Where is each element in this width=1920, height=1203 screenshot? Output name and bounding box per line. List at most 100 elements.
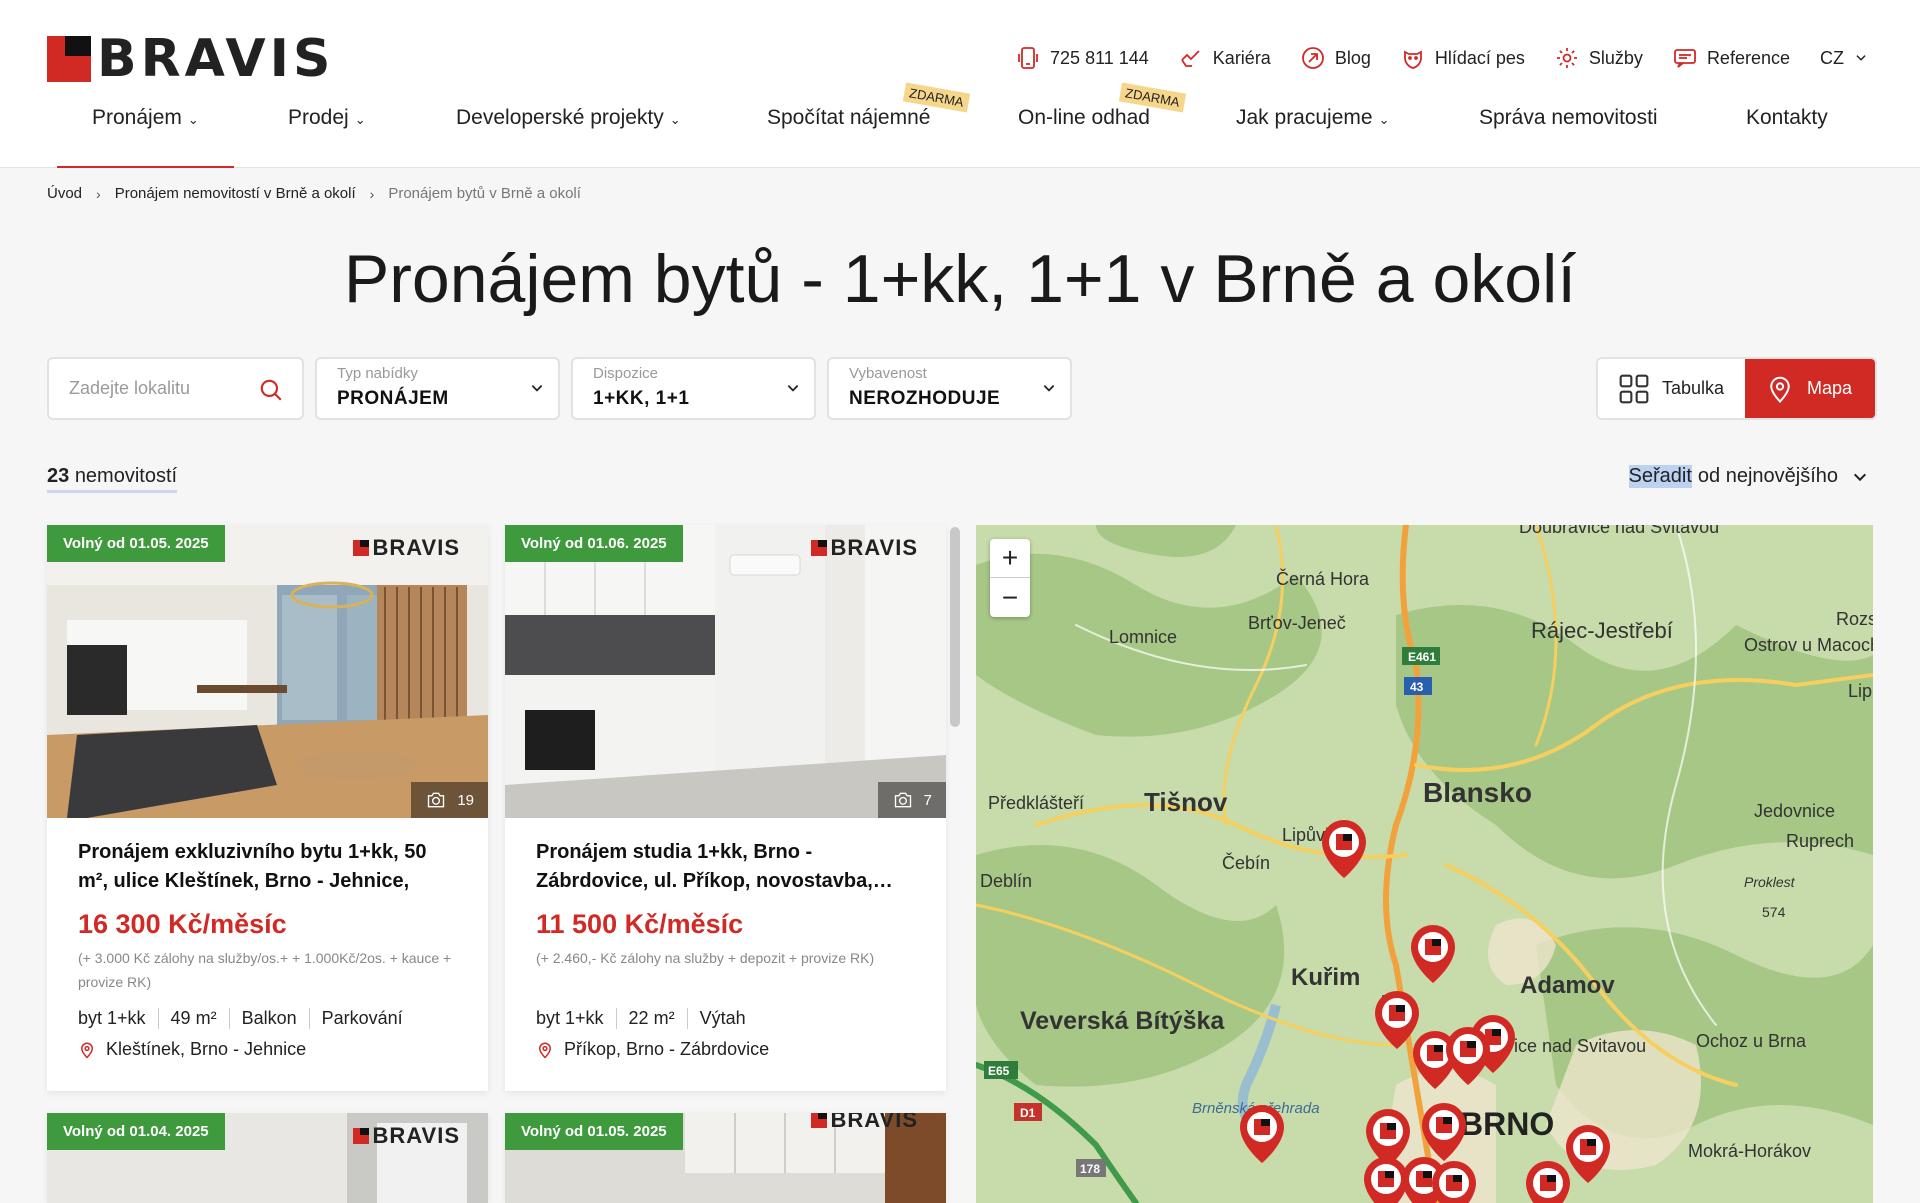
nav-spocitat-najemne[interactable]: Spočítat nájemné — [767, 104, 930, 168]
apartment-photo — [505, 525, 946, 818]
nav-sprava-nemovitosti[interactable]: Správa nemovitosti — [1479, 104, 1658, 168]
breadcrumb-current: Pronájem bytů v Brně a okolí — [388, 185, 581, 202]
listing-prop: Parkování — [308, 1008, 415, 1029]
bravis-logo[interactable]: BRAVIS — [47, 33, 334, 85]
map-label: Předklášteří — [988, 793, 1084, 813]
map-label: Tišnov — [1144, 787, 1228, 817]
chevron-down-icon: ⌄ — [1378, 112, 1390, 127]
breadcrumb: Úvod › Pronájem nemovitostí v Brně a oko… — [47, 185, 581, 202]
watchdog-link[interactable]: Hlídací pes — [1401, 46, 1525, 70]
page-title: Pronájem bytů - 1+kk, 1+1 v Brně a okolí — [343, 241, 1577, 317]
zoom-out-button[interactable]: − — [990, 578, 1030, 617]
phone-link[interactable]: 725 811 144 — [1016, 46, 1149, 70]
career-link[interactable]: Kariéra — [1179, 46, 1271, 70]
listing-location: Kleštínek, Brno - Jehnice — [78, 1039, 457, 1060]
map-canvas: Doubravice nad Svitavou Černá Hora Lomni… — [976, 525, 1873, 1203]
listing-location-text: Kleštínek, Brno - Jehnice — [106, 1039, 307, 1059]
sort-label: od nejnovějšího — [1697, 465, 1838, 487]
watermark-text: BRAVIS — [830, 535, 918, 560]
location-pin-icon — [80, 1042, 94, 1059]
listing-location-text: Příkop, Brno - Zábrdovice — [564, 1039, 770, 1059]
map-label: Proklest — [1744, 874, 1796, 890]
listing-card[interactable]: Volný od 01.04. 2025 BRAVIS — [47, 1113, 488, 1203]
camera-icon — [894, 792, 911, 808]
language-switch[interactable]: CZ — [1820, 48, 1868, 69]
map-view[interactable]: Doubravice nad Svitavou Černá Hora Lomni… — [976, 525, 1873, 1203]
chevron-down-icon: ⌄ — [354, 112, 366, 127]
listing-props: byt 1+kk 22 m² Výtah — [536, 1008, 915, 1029]
map-label: Rájec-Jestřebí — [1531, 618, 1673, 643]
listing-fees: (+ 2.460,- Kč zálohy na služby + depozit… — [536, 950, 875, 966]
watchdog-icon — [1403, 50, 1422, 69]
zoom-in-button[interactable]: + — [990, 539, 1030, 578]
career-icon — [1181, 50, 1200, 67]
listing-prop: Výtah — [686, 1008, 758, 1029]
top-links: 725 811 144 Kariéra Blog Hlídací pes Slu… — [1016, 46, 1868, 70]
sort-select[interactable]: Seřadit od nejnovějšího — [1628, 465, 1868, 488]
sort-highlight: Seřadit — [1628, 465, 1692, 488]
reference-link[interactable]: Reference — [1673, 46, 1790, 70]
breadcrumb-rentals[interactable]: Pronájem nemovitostí v Brně a okolí — [115, 185, 356, 202]
listing-photo[interactable]: Volný od 01.04. 2025 BRAVIS — [47, 1113, 488, 1203]
location-search-input[interactable] — [69, 378, 249, 399]
offer-type-select[interactable]: Typ nabídky PRONÁJEM — [315, 357, 560, 420]
list-scrollbar[interactable] — [950, 527, 960, 727]
chevron-down-icon — [1856, 55, 1866, 61]
table-view-button[interactable]: Tabulka — [1598, 359, 1745, 418]
map-label: Brťov-Jeneč — [1248, 613, 1346, 633]
layout-select[interactable]: Dispozice 1+KK, 1+1 — [571, 357, 816, 420]
listing-prop: Balkon — [228, 1008, 309, 1029]
listing-card[interactable]: Volný od 01.05. 2025 BRAVIS 19 Pronájem … — [47, 525, 488, 1091]
map-label: Čebín — [1222, 852, 1270, 873]
nav-label: Pronájem — [92, 106, 182, 129]
listing-card[interactable]: Volný od 01.06. 2025 BRAVIS 7 Pronájem s… — [505, 525, 946, 1091]
blog-link[interactable]: Blog — [1301, 46, 1371, 70]
listing-title[interactable]: Pronájem exkluzivního bytu 1+kk, 50 m², … — [78, 838, 457, 896]
nav-label: Správa nemovitosti — [1479, 106, 1658, 129]
camera-icon — [428, 792, 445, 808]
chevron-down-icon: ⌄ — [187, 112, 199, 127]
furnishing-select[interactable]: Vybavenost NEROZHODUJE — [827, 357, 1072, 420]
results-count: 23 nemovitostí — [47, 465, 178, 493]
listing-prop: byt 1+kk — [78, 1008, 146, 1028]
logo-mark-icon — [352, 540, 369, 556]
listing-price: 16 300 Kč/měsíc — [78, 909, 287, 939]
blog-icon — [1301, 47, 1324, 69]
select-value: NEROZHODUJE — [849, 388, 1001, 409]
chevron-right-icon: › — [96, 185, 101, 202]
breadcrumb-home[interactable]: Úvod — [47, 185, 82, 202]
listing-photo[interactable]: Volný od 01.05. 2025 BRAVIS 19 — [47, 525, 488, 818]
gear-icon — [1556, 48, 1577, 68]
nav-developerske-projekty[interactable]: Developerské projekty ⌄ — [456, 104, 681, 168]
listing-prop: 49 m² — [157, 1008, 229, 1029]
nav-prodej[interactable]: Prodej ⌄ — [288, 104, 366, 168]
search-icon[interactable] — [258, 377, 284, 403]
map-label: Mokrá-Horákov — [1688, 1141, 1811, 1161]
nav-kontakty[interactable]: Kontakty — [1746, 104, 1828, 168]
nav-pronajem[interactable]: Pronájem ⌄ — [92, 104, 199, 168]
nav-online-odhad[interactable]: On-line odhad — [1018, 104, 1150, 168]
logo-mark-icon — [47, 36, 91, 82]
select-value: 1+KK, 1+1 — [593, 388, 690, 409]
listing-photo[interactable]: Volný od 01.05. 2025 BRAVIS — [505, 1113, 946, 1203]
map-view-button[interactable]: Mapa — [1745, 359, 1875, 418]
select-label: Vybavenost — [849, 365, 927, 382]
road-label: D1 — [1020, 1106, 1036, 1120]
map-label: Veverská Bítýška — [1020, 1007, 1225, 1035]
map-label: Černá Hora — [1276, 568, 1370, 589]
watermark-logo: BRAVIS — [352, 1123, 461, 1149]
listing-card[interactable]: Volný od 01.05. 2025 BRAVIS — [505, 1113, 946, 1203]
listing-title[interactable]: Pronájem studia 1+kk, Brno - Zábrdovice,… — [536, 838, 915, 896]
services-link[interactable]: Služby — [1555, 46, 1643, 70]
listing-photo[interactable]: Volný od 01.06. 2025 BRAVIS 7 — [505, 525, 946, 818]
road-label: 178 — [1080, 1162, 1100, 1176]
availability-badge: Volný od 01.05. 2025 — [505, 1113, 683, 1150]
watermark-text: BRAVIS — [830, 1113, 918, 1132]
map-view-label: Mapa — [1807, 378, 1853, 398]
road-label: E65 — [988, 1064, 1010, 1078]
road-label: 43 — [1410, 680, 1424, 694]
chevron-down-icon — [531, 385, 543, 392]
map-label: Ruprech — [1786, 831, 1854, 851]
chevron-down-icon — [1853, 473, 1867, 481]
nav-jak-pracujeme[interactable]: Jak pracujeme ⌄ — [1236, 104, 1389, 168]
